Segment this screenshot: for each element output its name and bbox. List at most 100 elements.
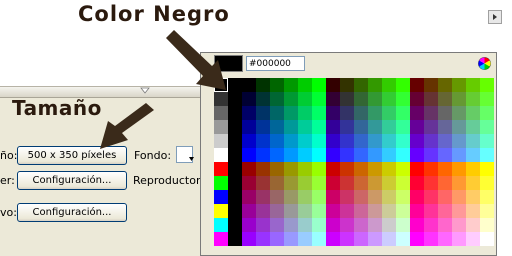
color-swatch[interactable] bbox=[368, 162, 382, 176]
color-swatch[interactable] bbox=[396, 148, 410, 162]
color-swatch[interactable] bbox=[382, 232, 396, 246]
color-swatch[interactable] bbox=[312, 190, 326, 204]
color-swatch[interactable] bbox=[256, 106, 270, 120]
color-swatch[interactable] bbox=[424, 232, 438, 246]
color-swatch[interactable] bbox=[424, 176, 438, 190]
color-swatch[interactable] bbox=[424, 92, 438, 106]
color-swatch[interactable] bbox=[326, 176, 340, 190]
color-swatch[interactable] bbox=[326, 190, 340, 204]
color-swatch[interactable] bbox=[340, 232, 354, 246]
color-swatch[interactable] bbox=[452, 190, 466, 204]
color-swatch[interactable] bbox=[298, 134, 312, 148]
color-swatch[interactable] bbox=[368, 176, 382, 190]
color-swatch[interactable] bbox=[368, 92, 382, 106]
color-swatch[interactable] bbox=[466, 232, 480, 246]
color-swatch[interactable] bbox=[410, 78, 424, 92]
color-swatch[interactable] bbox=[480, 162, 494, 176]
color-swatch[interactable] bbox=[368, 218, 382, 232]
color-swatch[interactable] bbox=[326, 204, 340, 218]
color-swatch[interactable] bbox=[354, 232, 368, 246]
color-swatch[interactable] bbox=[480, 218, 494, 232]
color-swatch[interactable] bbox=[284, 218, 298, 232]
color-swatch[interactable] bbox=[242, 190, 256, 204]
color-swatch[interactable] bbox=[368, 148, 382, 162]
color-swatch[interactable] bbox=[410, 232, 424, 246]
color-swatch[interactable] bbox=[396, 190, 410, 204]
color-swatch[interactable] bbox=[284, 204, 298, 218]
color-swatch[interactable] bbox=[242, 218, 256, 232]
color-swatch[interactable] bbox=[438, 232, 452, 246]
color-swatch[interactable] bbox=[410, 148, 424, 162]
color-swatch[interactable] bbox=[354, 176, 368, 190]
color-swatch[interactable] bbox=[354, 78, 368, 92]
color-swatch[interactable] bbox=[298, 92, 312, 106]
color-swatch[interactable] bbox=[410, 92, 424, 106]
color-swatch[interactable] bbox=[452, 134, 466, 148]
color-swatch[interactable] bbox=[228, 190, 242, 204]
color-swatch[interactable] bbox=[382, 204, 396, 218]
color-swatch[interactable] bbox=[466, 218, 480, 232]
color-swatch[interactable] bbox=[410, 190, 424, 204]
color-swatch[interactable] bbox=[368, 190, 382, 204]
color-swatch[interactable] bbox=[466, 162, 480, 176]
color-swatch[interactable] bbox=[214, 120, 228, 134]
color-swatch[interactable] bbox=[354, 134, 368, 148]
color-swatch[interactable] bbox=[452, 120, 466, 134]
color-swatch[interactable] bbox=[410, 162, 424, 176]
color-swatch[interactable] bbox=[340, 134, 354, 148]
color-swatch[interactable] bbox=[466, 106, 480, 120]
color-swatch[interactable] bbox=[312, 232, 326, 246]
color-swatch[interactable] bbox=[326, 162, 340, 176]
color-swatch[interactable] bbox=[368, 78, 382, 92]
color-swatch[interactable] bbox=[340, 148, 354, 162]
color-swatch[interactable] bbox=[452, 92, 466, 106]
color-swatch[interactable] bbox=[452, 232, 466, 246]
color-swatch[interactable] bbox=[340, 106, 354, 120]
color-swatch[interactable] bbox=[480, 92, 494, 106]
color-swatch[interactable] bbox=[242, 148, 256, 162]
color-swatch[interactable] bbox=[270, 232, 284, 246]
color-swatch[interactable] bbox=[410, 218, 424, 232]
color-swatch[interactable] bbox=[410, 134, 424, 148]
color-swatch[interactable] bbox=[228, 92, 242, 106]
color-swatch[interactable] bbox=[228, 106, 242, 120]
color-swatch[interactable] bbox=[270, 190, 284, 204]
color-swatch[interactable] bbox=[242, 120, 256, 134]
color-swatch[interactable] bbox=[242, 106, 256, 120]
color-swatch[interactable] bbox=[480, 204, 494, 218]
hex-color-input[interactable] bbox=[246, 56, 305, 71]
color-swatch[interactable] bbox=[284, 148, 298, 162]
color-swatch[interactable] bbox=[424, 162, 438, 176]
color-swatch[interactable] bbox=[298, 106, 312, 120]
color-swatch[interactable] bbox=[480, 106, 494, 120]
color-swatch[interactable] bbox=[340, 78, 354, 92]
color-swatch[interactable] bbox=[270, 218, 284, 232]
color-swatch[interactable] bbox=[452, 148, 466, 162]
color-swatch[interactable] bbox=[326, 120, 340, 134]
color-swatch[interactable] bbox=[312, 162, 326, 176]
color-swatch[interactable] bbox=[354, 120, 368, 134]
color-swatch[interactable] bbox=[424, 106, 438, 120]
color-swatch[interactable] bbox=[256, 162, 270, 176]
scroll-right-button[interactable] bbox=[488, 10, 502, 24]
color-swatch[interactable] bbox=[382, 92, 396, 106]
color-swatch[interactable] bbox=[452, 78, 466, 92]
collapse-triangle-icon[interactable] bbox=[140, 87, 150, 95]
color-swatch[interactable] bbox=[424, 78, 438, 92]
color-swatch[interactable] bbox=[340, 120, 354, 134]
color-swatch[interactable] bbox=[396, 106, 410, 120]
color-swatch[interactable] bbox=[214, 148, 228, 162]
color-swatch[interactable] bbox=[284, 162, 298, 176]
color-swatch[interactable] bbox=[256, 148, 270, 162]
color-swatch[interactable] bbox=[312, 176, 326, 190]
color-swatch[interactable] bbox=[438, 176, 452, 190]
color-swatch[interactable] bbox=[354, 218, 368, 232]
color-swatch[interactable] bbox=[228, 148, 242, 162]
color-swatch[interactable] bbox=[354, 106, 368, 120]
color-swatch[interactable] bbox=[452, 162, 466, 176]
color-swatch[interactable] bbox=[326, 106, 340, 120]
color-swatch[interactable] bbox=[396, 120, 410, 134]
color-swatch[interactable] bbox=[424, 120, 438, 134]
color-swatch[interactable] bbox=[410, 204, 424, 218]
color-swatch[interactable] bbox=[284, 120, 298, 134]
